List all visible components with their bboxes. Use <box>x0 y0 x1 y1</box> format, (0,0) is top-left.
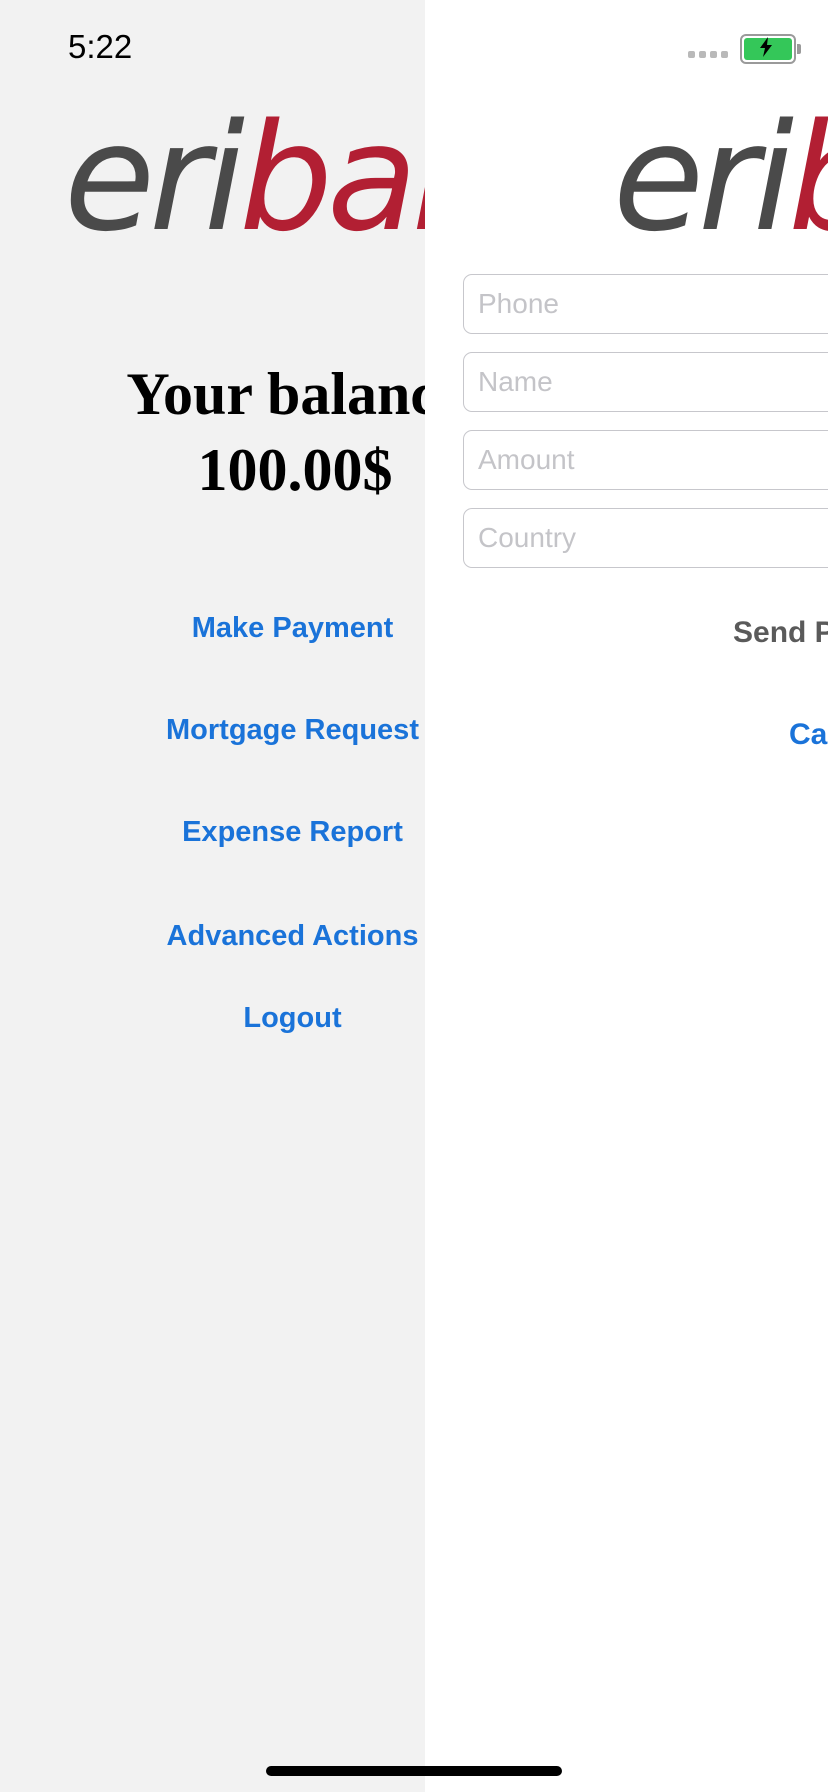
country-field[interactable] <box>463 508 828 568</box>
cancel-button[interactable]: Cancel <box>789 718 828 752</box>
logout-button[interactable]: Logout <box>0 1002 425 1035</box>
eribank-logo: eribank <box>64 104 425 252</box>
app-screen: eribank Your balance 100.00$ Make Paymen… <box>0 0 828 1792</box>
logo-text-eri: eri <box>613 92 794 264</box>
home-indicator[interactable] <box>266 1766 562 1776</box>
advanced-actions-button[interactable]: Advanced Actions <box>0 920 425 953</box>
logo-text-bank: bank <box>239 92 425 264</box>
mortgage-request-button[interactable]: Mortgage Request <box>0 714 425 747</box>
send-payment-button[interactable]: Send Payment <box>733 616 828 650</box>
expense-report-button[interactable]: Expense Report <box>0 816 425 849</box>
logo-text-eri: eri <box>64 92 245 264</box>
home-screen: eribank Your balance 100.00$ Make Paymen… <box>0 0 425 1792</box>
status-time: 5:22 <box>68 28 133 65</box>
bolt-icon <box>760 37 772 57</box>
signal-icon <box>688 50 728 58</box>
amount-field[interactable] <box>463 430 828 490</box>
logo-text-bank: bank <box>788 92 828 264</box>
status-indicators <box>688 34 801 64</box>
make-payment-button[interactable]: Make Payment <box>0 612 425 645</box>
payment-screen: eribank Send Payment Cancel <box>425 0 828 1792</box>
battery-charging-icon <box>740 34 801 64</box>
balance-amount: 100.00$ <box>197 437 393 503</box>
phone-field[interactable] <box>463 274 828 334</box>
eribank-logo: eribank <box>613 104 828 252</box>
name-field[interactable] <box>463 352 828 412</box>
balance-label: Your balance <box>126 361 425 427</box>
